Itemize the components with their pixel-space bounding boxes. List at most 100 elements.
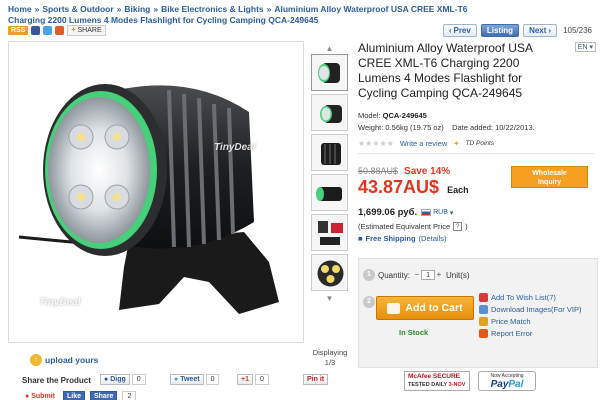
wholesale-inquiry-button[interactable]: Wholesale Inquiry — [511, 166, 588, 188]
thumbnail[interactable] — [311, 174, 348, 211]
currency-select[interactable]: RUB ▾ — [421, 209, 453, 217]
main-product-image[interactable]: TinyDeal TinyDeal — [8, 41, 304, 343]
fb-count: 2 — [122, 391, 137, 400]
wholesale-label: Wholesale — [532, 170, 567, 177]
digg-count: 0 — [131, 374, 146, 385]
share-button[interactable]: + SHARE — [67, 25, 106, 36]
thumbnail[interactable] — [311, 94, 348, 131]
thumbnail-image — [312, 135, 347, 170]
scroll-up-icon[interactable]: ▲ — [309, 44, 350, 54]
breadcrumb-bike-electronics[interactable]: Bike Electronics & Lights — [161, 4, 264, 14]
chevron-down-icon: ▾ — [449, 209, 454, 217]
upload-yours-link[interactable]: ↑ upload yours — [30, 354, 98, 366]
help-icon[interactable]: ? — [453, 222, 463, 231]
scroll-down-icon[interactable]: ▼ — [309, 294, 350, 304]
facebook-icon[interactable] — [31, 26, 41, 35]
quantity-stepper: − 1 + — [413, 270, 443, 280]
chevron-left-icon: ‹ — [448, 26, 452, 35]
cart-box: 1 Quantity: − 1 + Unit(s) 2 Add to Cart … — [358, 258, 598, 368]
listing-button[interactable]: Listing — [480, 24, 520, 37]
share-toolbar: RSS + SHARE — [8, 25, 106, 36]
wishlist-link[interactable]: Add To Wish List(7) — [479, 293, 597, 302]
product-title: Aluminium Alloy Waterproof USA CREE XML-… — [358, 41, 533, 100]
rss-button[interactable]: RSS — [8, 26, 29, 35]
weight-value: 0.56kg (19.75 oz) — [385, 123, 444, 132]
add-to-cart-button[interactable]: Add to Cart — [376, 296, 474, 320]
gplus-button[interactable]: +1 — [237, 374, 253, 385]
plus-icon: + — [71, 27, 76, 34]
fb-share-button[interactable]: Share — [89, 391, 118, 400]
download-images-link[interactable]: Download Images(For VIP) — [479, 305, 597, 314]
thumbnail[interactable] — [311, 214, 348, 251]
russia-flag-icon — [421, 209, 432, 216]
tag-icon — [479, 317, 488, 326]
submit-button[interactable]: ● Submit — [22, 391, 58, 400]
model-row: Model: QCA-249645 — [358, 110, 594, 122]
thumbnail-strip: ▲ ▼ — [309, 44, 350, 304]
thumbnail[interactable] — [311, 54, 348, 91]
price-match-link[interactable]: Price Match — [479, 317, 597, 326]
watermark: TinyDeal — [214, 142, 256, 153]
image-icon — [479, 305, 488, 314]
thumbnail-image — [312, 175, 347, 210]
listing-label: Listing — [486, 26, 514, 35]
td-points-label[interactable]: TD Points — [466, 140, 495, 147]
paypal-pal: Pal — [508, 379, 524, 390]
product-info: Aluminium Alloy Waterproof USA CREE XML-… — [358, 41, 594, 154]
mcafee-badge[interactable]: McAfee SECURE TESTED DAILY 3-NOV — [404, 371, 470, 391]
paypal-pay: Pay — [490, 379, 509, 390]
like-button[interactable]: Like — [62, 391, 85, 400]
breadcrumb-separator: » — [116, 4, 122, 14]
save-badge: Save 14% — [404, 166, 451, 177]
shipping-details-link[interactable]: (Details) — [419, 234, 447, 243]
next-button[interactable]: Next › — [523, 24, 558, 37]
breadcrumb-sports[interactable]: Sports & Outdoor — [42, 4, 113, 14]
current-price: 43.87AU$ — [358, 177, 440, 197]
unit-label: Unit(s) — [446, 270, 470, 280]
display-count: 1/3 — [324, 358, 336, 367]
equivalent-price-note: (Estimated Equivalent Price?) — [358, 222, 594, 231]
breadcrumb-home[interactable]: Home — [8, 4, 32, 14]
chevron-right-icon: › — [548, 26, 552, 35]
mcafee-date: 3-NOV — [448, 382, 466, 388]
old-price: 50.88AU$ — [358, 166, 399, 176]
paypal-logo: PayPal — [479, 379, 535, 390]
tweet-count: 0 — [205, 374, 220, 385]
thumbnail[interactable] — [311, 254, 348, 291]
like-label: Like — [66, 393, 81, 400]
pinit-button[interactable]: Pin it — [303, 374, 329, 385]
thumbnail[interactable] — [311, 134, 348, 171]
free-shipping-row: ■ Free Shipping (Details) — [358, 234, 594, 243]
cart-icon — [387, 302, 401, 314]
paypal-badge[interactable]: Now Accepting PayPal — [478, 371, 536, 391]
prev-button[interactable]: ‹ Prev — [442, 24, 477, 37]
pinit-widget: Pin it — [303, 374, 329, 385]
breadcrumb-biking[interactable]: Biking — [124, 4, 150, 14]
tweet-button[interactable]: ● Tweet — [170, 374, 204, 385]
language-select[interactable]: EN ▾ — [574, 42, 596, 52]
gplus-count: 0 — [254, 374, 269, 385]
minus-icon[interactable]: − — [413, 270, 421, 280]
digg-icon: ● — [104, 376, 109, 383]
delicious-icon[interactable] — [55, 26, 65, 35]
twitter-icon[interactable] — [43, 26, 53, 35]
report-error-link[interactable]: Report Error — [479, 329, 597, 338]
divider — [358, 153, 594, 154]
add-to-cart-label: Add to Cart — [405, 302, 463, 314]
plus-icon[interactable]: + — [435, 270, 443, 280]
thumbnail-image — [312, 255, 347, 290]
quantity-row: 1 Quantity: − 1 + Unit(s) — [363, 269, 470, 281]
breadcrumb-separator: » — [153, 4, 159, 14]
breadcrumb-separator: » — [34, 4, 40, 14]
quantity-label: Quantity: — [378, 270, 411, 280]
mcafee-sub: TESTED DAILY 3-NOV — [408, 381, 466, 389]
each-label: Each — [447, 185, 469, 195]
price-block: 50.88AU$ Save 14% 43.87AU$ Each Wholesale I… — [358, 166, 594, 243]
quantity-input[interactable]: 1 — [421, 270, 436, 280]
share-product-title: Share the Product — [22, 376, 91, 385]
wishlist-label: Add To Wish List(7) — [491, 293, 556, 302]
write-review-link[interactable]: Write a review — [400, 139, 447, 148]
digg-button[interactable]: ● Digg — [100, 374, 130, 385]
product-meta: Model: QCA-249645 Weight: 0.56kg (19.75 … — [358, 110, 594, 134]
model-value: QCA-249645 — [382, 111, 427, 120]
